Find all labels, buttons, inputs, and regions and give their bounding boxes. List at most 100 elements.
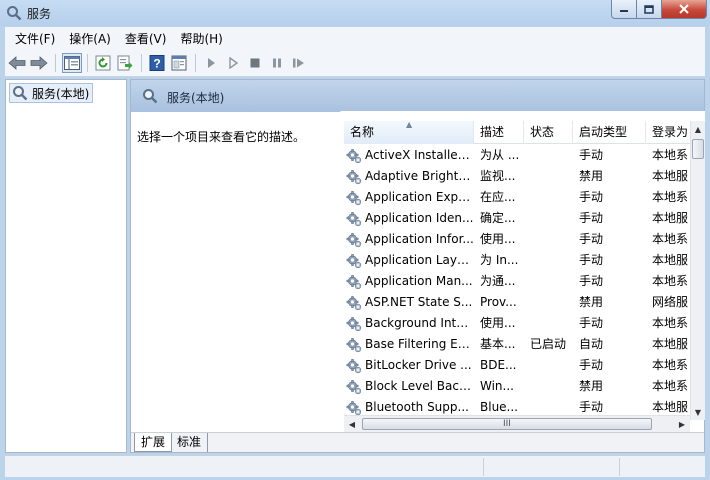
- status-divider: [483, 458, 484, 476]
- cell-name: Application Man...: [346, 271, 474, 292]
- table-row[interactable]: Application Man... 为通... 手动 本地系: [344, 271, 690, 292]
- cell-description: 监视...: [480, 169, 516, 183]
- horizontal-scrollbar[interactable]: ◀ III ▶: [344, 415, 690, 432]
- column-header-label: 名称: [350, 125, 375, 139]
- table-row[interactable]: Base Filtering En... 基本... 已启动 自动 本地服: [344, 334, 690, 355]
- console-tree: 服务(本地): [5, 79, 127, 453]
- back-button[interactable]: [7, 53, 27, 73]
- cell-name: ASP.NET State S...: [346, 292, 474, 313]
- maximize-button[interactable]: [637, 0, 662, 19]
- tree-item-services-local[interactable]: 服务(本地): [9, 83, 94, 103]
- table-row[interactable]: ActiveX Installer ... 为从 ... 手动 本地系: [344, 145, 690, 166]
- cell-description: Win...: [480, 379, 514, 393]
- scroll-up-arrow-icon[interactable]: ▲: [691, 121, 705, 137]
- vertical-scrollbar[interactable]: ▲ ▼: [690, 121, 705, 420]
- service-description: 选择一个项目来查看它的描述。: [137, 130, 306, 144]
- tab-standard[interactable]: 标准: [171, 433, 209, 452]
- scroll-left-arrow-icon[interactable]: ◀: [344, 416, 360, 432]
- scroll-grip: III: [503, 419, 511, 429]
- tab-extended[interactable]: 扩展: [134, 433, 173, 452]
- cell-status: [530, 229, 576, 250]
- close-button[interactable]: [662, 0, 707, 19]
- vertical-scroll-thumb[interactable]: [692, 139, 704, 159]
- pause-service-button[interactable]: [267, 53, 287, 73]
- gear-icon: [346, 400, 362, 415]
- export-list-button[interactable]: [115, 53, 135, 73]
- gear-icon: [346, 358, 362, 373]
- table-header: ▲ 名称 描述 状态 启动类型 登录为: [344, 121, 690, 144]
- table-row[interactable]: Application Iden... 确定... 手动 本地服: [344, 208, 690, 229]
- properties-button[interactable]: [169, 53, 189, 73]
- toolbar-separator: [55, 54, 56, 72]
- cell-startup-type: 手动: [579, 211, 604, 225]
- restart-icon: [293, 58, 304, 68]
- cell-logon-as: 本地服: [652, 211, 689, 225]
- start-service-alt-button[interactable]: [223, 53, 243, 73]
- table-row[interactable]: Application Infor... 使用... 手动 本地系: [344, 229, 690, 250]
- cell-name: Base Filtering En...: [346, 334, 474, 355]
- cell-startup-type: 禁用: [579, 169, 604, 183]
- table-row[interactable]: BitLocker Drive ... BDE... 手动 本地系: [344, 355, 690, 376]
- toolbar-separator: [141, 54, 142, 72]
- sort-ascending-icon: ▲: [406, 121, 413, 129]
- table-row[interactable]: Background Inte... 使用... 手动 本地系: [344, 313, 690, 334]
- cell-logon-as: 本地系: [652, 379, 689, 393]
- table-row[interactable]: Application Laye... 为 In... 手动 本地服: [344, 250, 690, 271]
- help-button[interactable]: ?: [147, 53, 167, 73]
- scroll-right-arrow-icon[interactable]: ▶: [674, 416, 690, 432]
- menu-bar: 文件(F) 操作(A) 查看(V) 帮助(H): [5, 27, 705, 49]
- restart-service-button[interactable]: [289, 53, 309, 73]
- cell-description: 为通...: [480, 274, 516, 288]
- service-name: BitLocker Drive ...: [365, 358, 472, 372]
- forward-button[interactable]: [29, 53, 49, 73]
- scroll-down-arrow-icon[interactable]: ▼: [691, 404, 705, 420]
- column-header-name[interactable]: ▲ 名称: [344, 121, 474, 144]
- column-header-description[interactable]: 描述: [474, 121, 524, 144]
- forward-icon: [30, 56, 48, 70]
- column-header-status[interactable]: 状态: [524, 121, 573, 144]
- stop-service-button[interactable]: [245, 53, 265, 73]
- cell-status: [530, 313, 576, 334]
- cell-name: Application Infor...: [346, 229, 474, 250]
- services-table: ▲ 名称 描述 状态 启动类型 登录为 ActiveX Installer ..…: [344, 121, 690, 420]
- horizontal-scroll-thumb[interactable]: III: [362, 418, 652, 430]
- table-row[interactable]: ASP.NET State S... Prov... 禁用 网络服: [344, 292, 690, 313]
- start-service-button[interactable]: [201, 53, 221, 73]
- title-bar: 服务: [0, 0, 710, 26]
- cell-description: BDE...: [480, 358, 517, 372]
- status-bar: [5, 455, 705, 477]
- menu-file[interactable]: 文件(F): [8, 30, 62, 47]
- table-row[interactable]: Block Level Back... Win... 禁用 本地系: [344, 376, 690, 397]
- table-row[interactable]: Application Expe... 在应... 手动 本地系: [344, 187, 690, 208]
- cell-logon-as: 本地服: [652, 169, 689, 183]
- refresh-icon: [95, 55, 111, 71]
- back-icon: [8, 56, 26, 70]
- cell-name: Block Level Back...: [346, 376, 474, 397]
- gear-icon: [346, 379, 362, 394]
- cell-description: 使用...: [480, 232, 516, 246]
- column-header-logon-as[interactable]: 登录为: [646, 121, 690, 144]
- menu-help[interactable]: 帮助(H): [173, 30, 229, 47]
- toolbar-separator: [195, 54, 196, 72]
- gear-icon: [346, 232, 362, 247]
- cell-status: [530, 208, 576, 229]
- menu-action[interactable]: 操作(A): [62, 30, 118, 47]
- gear-icon: [346, 190, 362, 205]
- service-name: Adaptive Brightn...: [365, 169, 474, 183]
- toolbar-separator: [87, 54, 88, 72]
- gear-icon: [346, 253, 362, 268]
- column-header-startup-type[interactable]: 启动类型: [573, 121, 646, 144]
- menu-view[interactable]: 查看(V): [118, 30, 174, 47]
- cell-logon-as: 本地系: [652, 274, 689, 288]
- show-console-tree-button[interactable]: [62, 53, 82, 73]
- cell-description: 为从 ...: [480, 148, 520, 162]
- cell-logon-as: 本地服: [652, 337, 689, 351]
- minimize-button[interactable]: [611, 0, 637, 19]
- table-row[interactable]: Adaptive Brightn... 监视... 禁用 本地服: [344, 166, 690, 187]
- cell-logon-as: 本地系: [652, 358, 689, 372]
- cell-startup-type: 手动: [579, 148, 604, 162]
- service-name: Application Iden...: [365, 211, 474, 225]
- tree-item-label: 服务(本地): [32, 86, 90, 101]
- refresh-button[interactable]: [93, 53, 113, 73]
- cell-logon-as: 本地系: [652, 190, 689, 204]
